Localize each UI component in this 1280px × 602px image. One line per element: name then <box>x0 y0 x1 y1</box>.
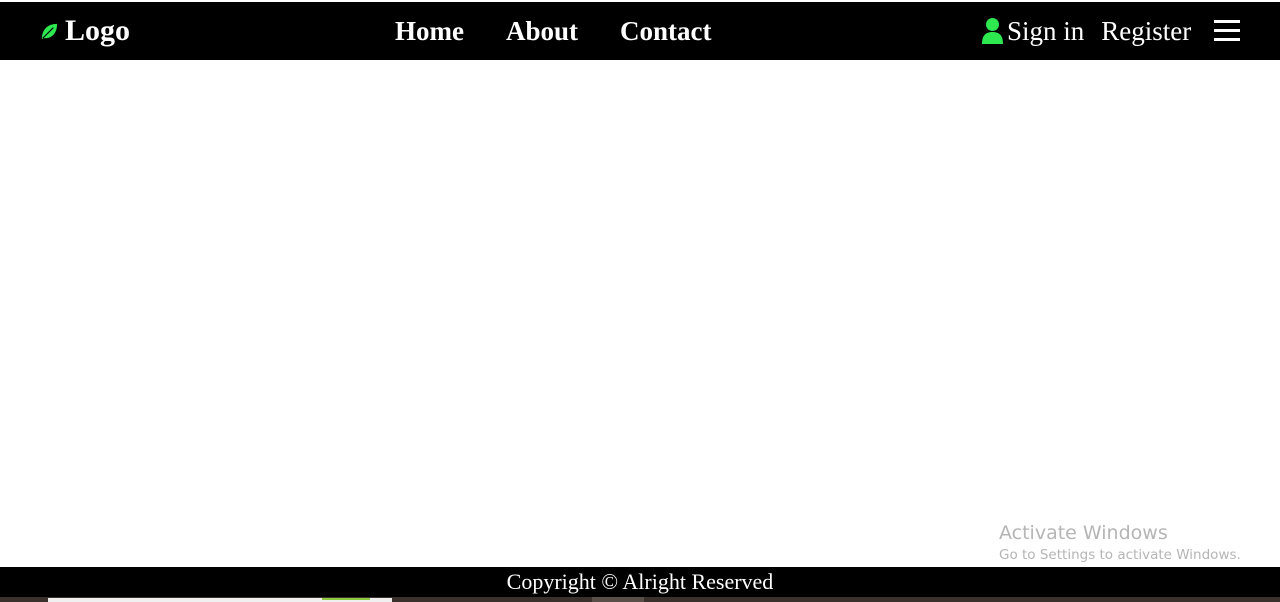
menu-bar <box>1214 29 1240 32</box>
auth-links: Sign in Register <box>982 14 1191 48</box>
leaf-icon <box>40 22 59 41</box>
nav-link-contact[interactable]: Contact <box>620 14 711 48</box>
main-content <box>0 60 1280 567</box>
logo[interactable]: Logo <box>40 14 130 48</box>
copyright-text: Copyright © Alright Reserved <box>506 569 774 594</box>
taskbar-strip <box>0 597 1280 602</box>
user-icon <box>982 17 1003 45</box>
nav-link-about[interactable]: About <box>506 14 578 48</box>
hamburger-menu-icon[interactable] <box>1214 20 1240 42</box>
register-link[interactable]: Register <box>1101 14 1191 48</box>
footer: Copyright © Alright Reserved <box>0 567 1280 597</box>
sign-in-label: Sign in <box>1007 16 1085 46</box>
menu-bar <box>1214 38 1240 41</box>
logo-text: Logo <box>65 14 131 47</box>
navbar: Logo Home About Contact Sign in Register <box>0 2 1280 60</box>
taskbar-accent <box>322 598 370 600</box>
taskbar-item <box>592 597 644 602</box>
nav-link-home[interactable]: Home <box>395 14 464 48</box>
main-nav: Home About Contact <box>395 14 712 48</box>
menu-bar <box>1214 20 1240 23</box>
sign-in-link[interactable]: Sign in <box>982 14 1084 48</box>
